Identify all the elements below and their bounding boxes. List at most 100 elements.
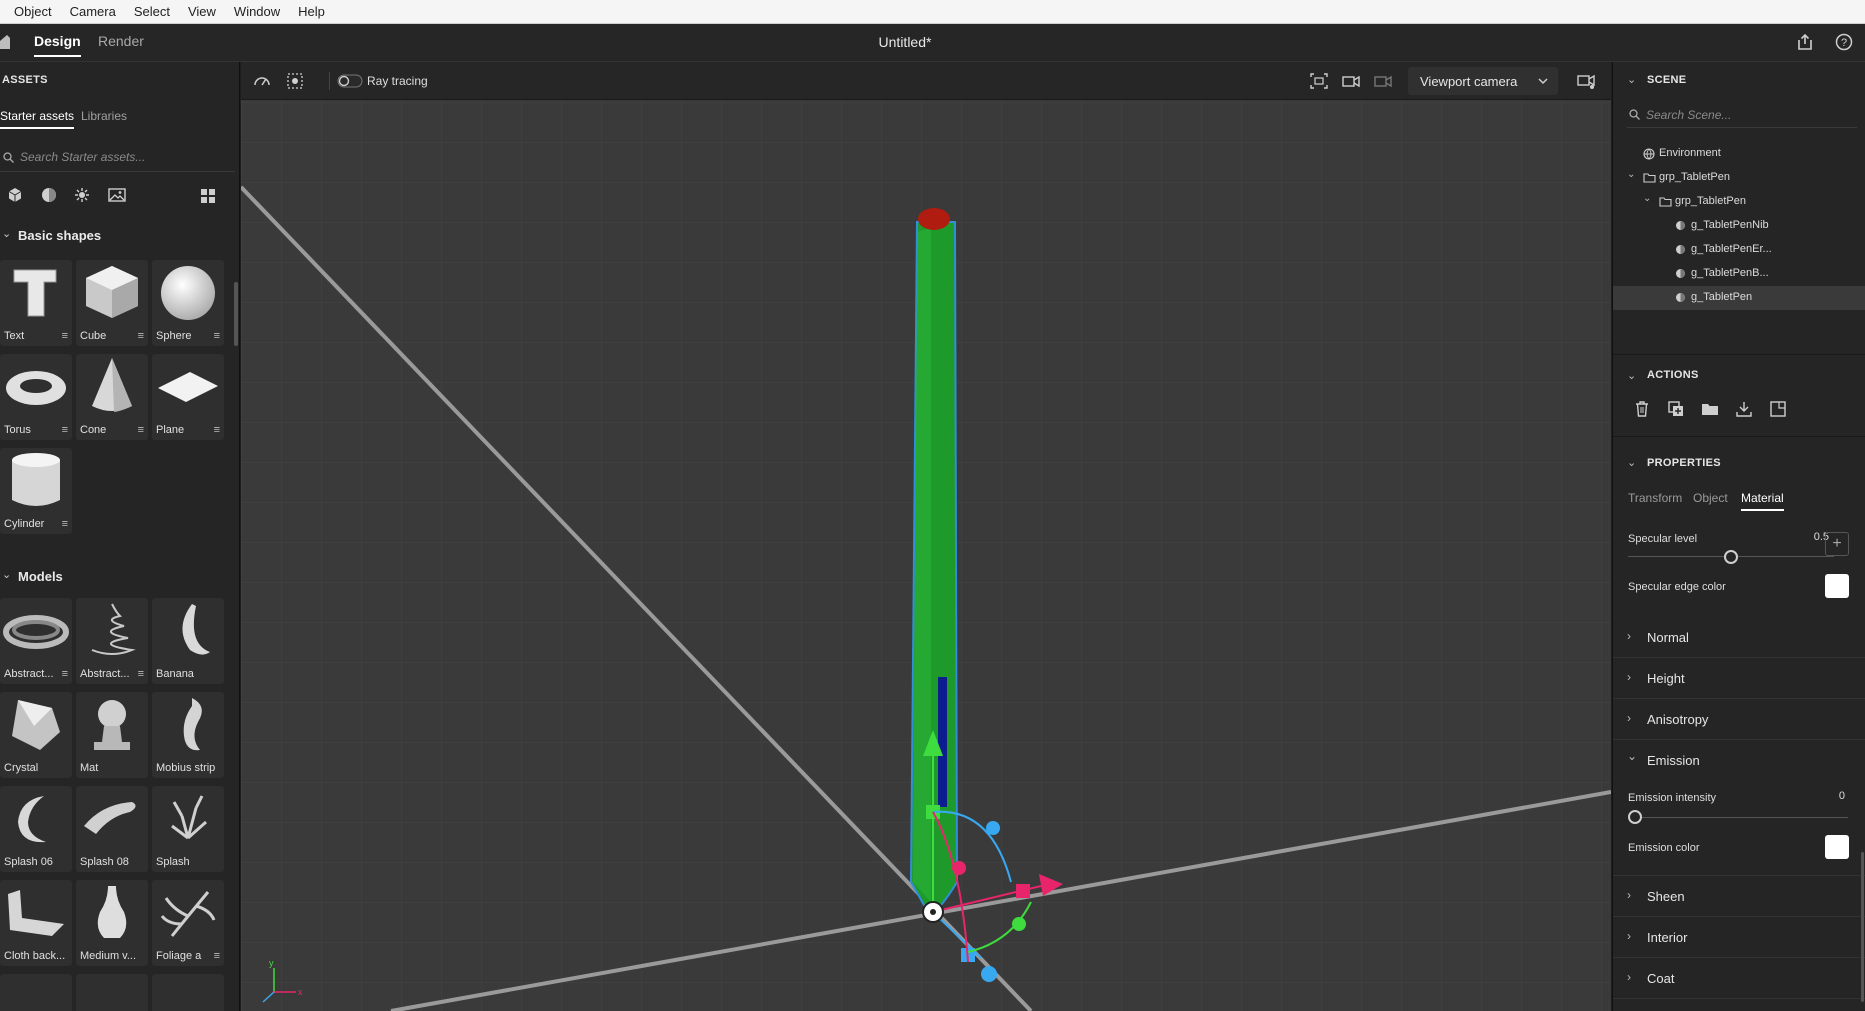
tab-material[interactable]: Material [1741, 491, 1784, 511]
section-sheen[interactable]: › Sheen [1613, 876, 1865, 917]
share-icon[interactable] [1795, 32, 1815, 52]
asset-tile-cloth[interactable]: Cloth back... [0, 880, 72, 966]
download-icon[interactable] [1735, 400, 1753, 418]
scene-item-group[interactable]: ⌄ grp_TabletPen [1613, 166, 1865, 190]
menu-object[interactable]: Object [0, 0, 61, 24]
scene-item-pen[interactable]: g_TabletPen [1613, 286, 1865, 310]
emission-intensity-track[interactable] [1628, 817, 1848, 818]
chevron-down-icon[interactable]: ⌄ [1643, 193, 1651, 204]
menu-select[interactable]: Select [125, 0, 179, 24]
sliders-icon[interactable]: ≡ [138, 330, 144, 342]
asset-tile-abstract-2[interactable]: Abstract... ≡ [76, 598, 148, 684]
models-header[interactable]: ⌄ Models [0, 566, 235, 590]
basic-shapes-header[interactable]: ⌄ Basic shapes [0, 225, 235, 249]
sliders-icon[interactable]: ≡ [62, 424, 68, 436]
asset-tile-crystal[interactable]: Crystal [0, 692, 72, 778]
viewport-canvas[interactable]: y x [241, 62, 1611, 1011]
grid-view-icon[interactable] [200, 188, 216, 204]
camera-select[interactable]: Viewport camera [1408, 67, 1558, 95]
group-icon[interactable] [1701, 400, 1719, 418]
scene-item-pen-button[interactable]: g_TabletPenB... [1613, 262, 1865, 286]
sliders-icon[interactable]: ≡ [214, 424, 220, 436]
section-normal[interactable]: › Normal [1613, 617, 1865, 658]
asset-tile-mobius[interactable]: Mobius strip [152, 692, 224, 778]
asset-tile-torus[interactable]: Torus ≡ [0, 354, 72, 440]
asset-tile-cylinder[interactable]: Cylinder ≡ [0, 448, 72, 534]
sliders-icon[interactable]: ≡ [138, 424, 144, 436]
section-interior[interactable]: › Interior [1613, 917, 1865, 958]
asset-tile-plane[interactable]: Plane ≡ [152, 354, 224, 440]
scene-search[interactable]: Search Scene... [1627, 102, 1857, 128]
model-filter-icon[interactable] [7, 187, 23, 203]
scene-item-pen-nib[interactable]: g_TabletPenNib [1613, 214, 1865, 238]
menu-camera[interactable]: Camera [61, 0, 125, 24]
asset-tile-splash-08[interactable]: Splash 08 [76, 786, 148, 872]
camera-bookmark-icon[interactable] [1341, 72, 1361, 90]
assets-search[interactable]: Search Starter assets... [0, 142, 235, 172]
gizmo-x-scale[interactable] [1016, 884, 1030, 898]
export-icon[interactable] [1769, 400, 1787, 418]
section-anisotropy[interactable]: › Anisotropy [1613, 699, 1865, 740]
specular-level-thumb[interactable] [1724, 550, 1738, 564]
section-emission[interactable]: ⌄ Emission [1613, 740, 1865, 781]
gizmo-rotate-z[interactable] [986, 821, 1000, 835]
speedometer-icon[interactable] [253, 72, 271, 90]
sliders-icon[interactable]: ≡ [62, 518, 68, 530]
asset-tile-banana[interactable]: Banana [152, 598, 224, 684]
asset-tile-splash-06[interactable]: Splash 06 [0, 786, 72, 872]
asset-tile-splash[interactable]: Splash [152, 786, 224, 872]
asset-tile-foliage[interactable]: Foliage a ≡ [152, 880, 224, 966]
scene-item-pen-eraser[interactable]: g_TabletPenEr... [1613, 238, 1865, 262]
scene-item-environment[interactable]: Environment [1613, 142, 1865, 166]
assets-scrollbar[interactable] [234, 282, 238, 346]
emission-intensity-thumb[interactable] [1628, 810, 1642, 824]
tab-libraries[interactable]: Libraries [81, 109, 127, 123]
pen-button[interactable] [938, 677, 947, 807]
add-texture-button[interactable]: + [1825, 532, 1849, 556]
tab-transform[interactable]: Transform [1628, 491, 1682, 505]
asset-tile-mat[interactable]: Mat [76, 692, 148, 778]
camera-reset-icon[interactable] [1373, 72, 1393, 90]
3d-viewport[interactable]: y x Ray tracing Viewport camera [241, 62, 1611, 1011]
section-coat[interactable]: › Coat [1613, 958, 1865, 999]
asset-tile-cone[interactable]: Cone ≡ [76, 354, 148, 440]
gizmo-rotate-handle[interactable] [981, 966, 997, 982]
gizmo-rotate-y[interactable] [1012, 917, 1026, 931]
inspector-scrollbar[interactable] [1861, 852, 1864, 1002]
chevron-down-icon[interactable]: ⌄ [1627, 73, 1636, 86]
specular-edge-color-swatch[interactable] [1825, 574, 1849, 598]
asset-tile-abstract-1[interactable]: Abstract... ≡ [0, 598, 72, 684]
chevron-down-icon[interactable]: ⌄ [1627, 369, 1636, 382]
asset-tile-sphere[interactable]: Sphere ≡ [152, 260, 224, 346]
scene-settings-icon[interactable] [286, 72, 304, 90]
sliders-icon[interactable]: ≡ [62, 330, 68, 342]
sliders-icon[interactable]: ≡ [214, 330, 220, 342]
menu-window[interactable]: Window [225, 0, 289, 24]
emission-color-swatch[interactable] [1825, 835, 1849, 859]
material-filter-icon[interactable] [41, 187, 57, 203]
asset-tile-partial-1[interactable] [0, 974, 72, 1011]
menu-help[interactable]: Help [289, 0, 334, 24]
menu-view[interactable]: View [179, 0, 225, 24]
delete-icon[interactable] [1633, 400, 1651, 418]
sliders-icon[interactable]: ≡ [214, 950, 220, 962]
pen-cap[interactable] [918, 208, 950, 230]
scene-item-subgroup[interactable]: ⌄ grp_TabletPen [1613, 190, 1865, 214]
camera-settings-icon[interactable] [1576, 72, 1596, 90]
gizmo-rotate-x[interactable] [952, 861, 966, 875]
duplicate-icon[interactable] [1667, 400, 1685, 418]
tab-starter-assets[interactable]: Starter assets [0, 109, 75, 129]
asset-tile-partial-2[interactable] [76, 974, 148, 1011]
image-filter-icon[interactable] [108, 187, 126, 203]
sliders-icon[interactable]: ≡ [138, 668, 144, 680]
asset-tile-cube[interactable]: Cube ≡ [76, 260, 148, 346]
emission-intensity-value[interactable]: 0 [1793, 790, 1845, 802]
specular-level-value[interactable]: 0.5 [1789, 531, 1829, 543]
tab-object[interactable]: Object [1693, 491, 1728, 505]
frame-selection-icon[interactable] [1309, 72, 1329, 90]
ray-tracing-toggle[interactable] [337, 74, 363, 88]
light-filter-icon[interactable] [74, 187, 90, 203]
help-icon[interactable]: ? [1834, 32, 1854, 52]
chevron-down-icon[interactable]: ⌄ [1627, 169, 1635, 180]
chevron-down-icon[interactable]: ⌄ [1627, 456, 1636, 469]
